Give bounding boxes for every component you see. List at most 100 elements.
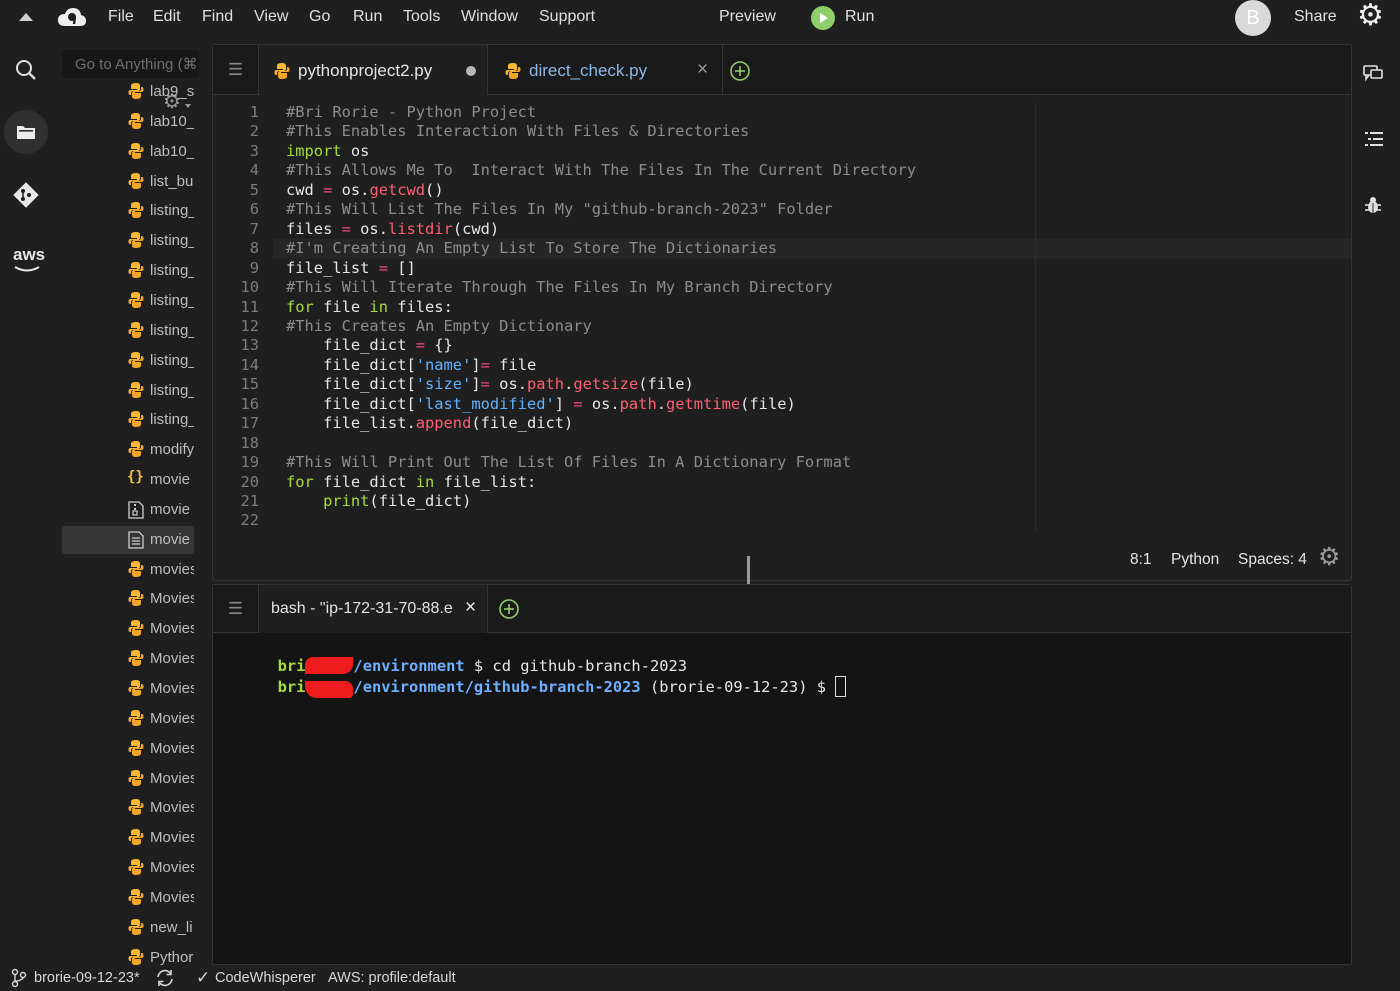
tree-file-item[interactable]: new_li: [62, 914, 194, 942]
pane-resize-handle[interactable]: [747, 556, 750, 587]
preview-button[interactable]: Preview: [719, 8, 776, 26]
tree-file-item[interactable]: Movies: [62, 615, 194, 643]
menu-view[interactable]: View: [254, 8, 288, 26]
new-tab-plus-icon[interactable]: [729, 60, 751, 82]
cloud9-logo-icon[interactable]: [57, 6, 87, 30]
line-number: 16: [240, 394, 259, 413]
menu-go[interactable]: Go: [309, 8, 330, 26]
menu-find[interactable]: Find: [202, 8, 233, 26]
code-token: {}: [425, 336, 453, 355]
line-number: 11: [240, 297, 259, 316]
tree-file-item[interactable]: movie: [62, 496, 194, 524]
tab-close-icon[interactable]: ×: [697, 59, 708, 81]
tree-file-item[interactable]: listing_: [62, 347, 194, 375]
tree-file-item[interactable]: lab9_s: [62, 78, 194, 106]
tree-file-item[interactable]: modify: [62, 436, 194, 464]
unsaved-dot-icon: [466, 66, 476, 76]
python-file-icon: [128, 620, 144, 637]
menu-run[interactable]: Run: [353, 8, 382, 26]
tree-file-item[interactable]: Movies: [62, 824, 194, 852]
code-token: []: [387, 258, 416, 277]
outline-icon[interactable]: [1364, 130, 1384, 148]
line-number: 5: [249, 180, 259, 199]
python-file-icon: [128, 739, 144, 756]
terminal-tab[interactable]: bash - "ip-172-31-70-88.e ×: [260, 585, 488, 633]
tree-file-item[interactable]: listing_: [62, 377, 194, 405]
python-file-icon: [128, 142, 144, 159]
tree-file-item[interactable]: Movies: [62, 854, 194, 882]
tree-file-item[interactable]: movie: [62, 525, 194, 554]
tree-file-item[interactable]: listing_: [62, 317, 194, 345]
tree-file-item[interactable]: Movies: [62, 645, 194, 673]
search-icon[interactable]: [6, 50, 46, 90]
menu-support[interactable]: Support: [539, 8, 595, 26]
code-line: file_list.append(file_dict): [286, 414, 573, 434]
code-token: =: [415, 336, 426, 355]
tree-file-item[interactable]: Movies: [62, 735, 194, 763]
tree-file-label: movies: [150, 560, 194, 578]
tree-file-item[interactable]: listing_: [62, 227, 194, 255]
tree-file-item[interactable]: {} movie: [62, 466, 194, 494]
tab-direct-check[interactable]: direct_check.py ×: [489, 45, 723, 95]
cursor-position[interactable]: 8:1: [1130, 551, 1152, 569]
text-file-icon: [128, 531, 144, 549]
tree-file-label: movie: [150, 471, 191, 489]
code-token: in: [369, 297, 388, 316]
collaborate-chat-icon[interactable]: [1363, 65, 1383, 83]
menu-file[interactable]: File: [108, 8, 134, 26]
tree-file-item[interactable]: Movies: [62, 765, 194, 793]
avatar[interactable]: B: [1235, 0, 1271, 36]
line-number: 13: [240, 336, 259, 355]
line-number: 6: [249, 200, 259, 219]
tree-file-item[interactable]: list_bu: [62, 168, 194, 196]
collapse-menu-icon[interactable]: [19, 13, 33, 21]
codewhisperer-label[interactable]: CodeWhisperer: [215, 970, 316, 986]
terminal-output[interactable]: bri/environment $ cd github-branch-2023 …: [213, 633, 1351, 964]
go-to-anything-input[interactable]: Go to Anything (⌘: [62, 50, 199, 78]
tree-file-item[interactable]: Movies: [62, 794, 194, 822]
language-mode[interactable]: Python: [1171, 551, 1219, 569]
tree-file-item[interactable]: Movies: [62, 675, 194, 703]
tree-file-item[interactable]: listing_: [62, 406, 194, 434]
sync-icon[interactable]: [155, 969, 175, 987]
tree-file-item[interactable]: Movies: [62, 585, 194, 613]
tree-file-label: list_bu: [150, 172, 194, 190]
tab-pythonproject2[interactable]: pythonproject2.py: [260, 45, 488, 95]
new-terminal-plus-icon[interactable]: [498, 598, 520, 620]
tree-file-item[interactable]: listing_: [62, 197, 194, 225]
python-file-icon: [505, 63, 521, 79]
git-branch-label[interactable]: brorie-09-12-23*: [34, 970, 140, 986]
tree-file-item[interactable]: lab10_: [62, 138, 194, 166]
tree-file-item[interactable]: movies: [62, 556, 194, 584]
environment-folder-icon[interactable]: [4, 110, 48, 154]
terminal-menu-icon[interactable]: ☰: [213, 585, 259, 633]
indent-setting[interactable]: Spaces: 4: [1238, 551, 1307, 569]
tree-file-label: lab10_: [150, 142, 194, 160]
tree-file-item[interactable]: Movies: [62, 705, 194, 733]
json-file-icon: {}: [127, 469, 144, 486]
share-button[interactable]: Share: [1294, 8, 1337, 26]
settings-gear-icon[interactable]: ⚙: [1357, 1, 1384, 31]
code-area[interactable]: 1 #Bri Rorie - Python Project 2 #This Enabl…: [213, 103, 1351, 533]
menu-window[interactable]: Window: [461, 8, 518, 26]
right-icon-bar: [1352, 44, 1400, 969]
source-control-icon[interactable]: [6, 175, 46, 215]
menu-tools[interactable]: Tools: [403, 8, 440, 26]
editor-menu-icon[interactable]: ☰: [213, 45, 259, 95]
python-file-icon: [128, 799, 144, 816]
run-button[interactable]: Run: [811, 5, 891, 31]
debugger-bug-icon[interactable]: [1365, 196, 1381, 214]
git-branch-icon[interactable]: [10, 968, 28, 988]
tree-file-item[interactable]: listing_: [62, 287, 194, 315]
menu-edit[interactable]: Edit: [153, 8, 181, 26]
aws-icon[interactable]: aws: [6, 240, 46, 280]
python-file-icon: [128, 291, 144, 308]
code-token: =: [323, 180, 333, 199]
aws-profile-label[interactable]: AWS: profile:default: [328, 970, 456, 986]
editor-settings-gear-icon[interactable]: ⚙: [1318, 545, 1340, 570]
tree-file-item[interactable]: lab10_: [62, 108, 194, 136]
tree-file-item[interactable]: Movies: [62, 884, 194, 912]
terminal-tab-close-icon[interactable]: ×: [465, 597, 476, 619]
tree-file-item[interactable]: listing_: [62, 257, 194, 285]
